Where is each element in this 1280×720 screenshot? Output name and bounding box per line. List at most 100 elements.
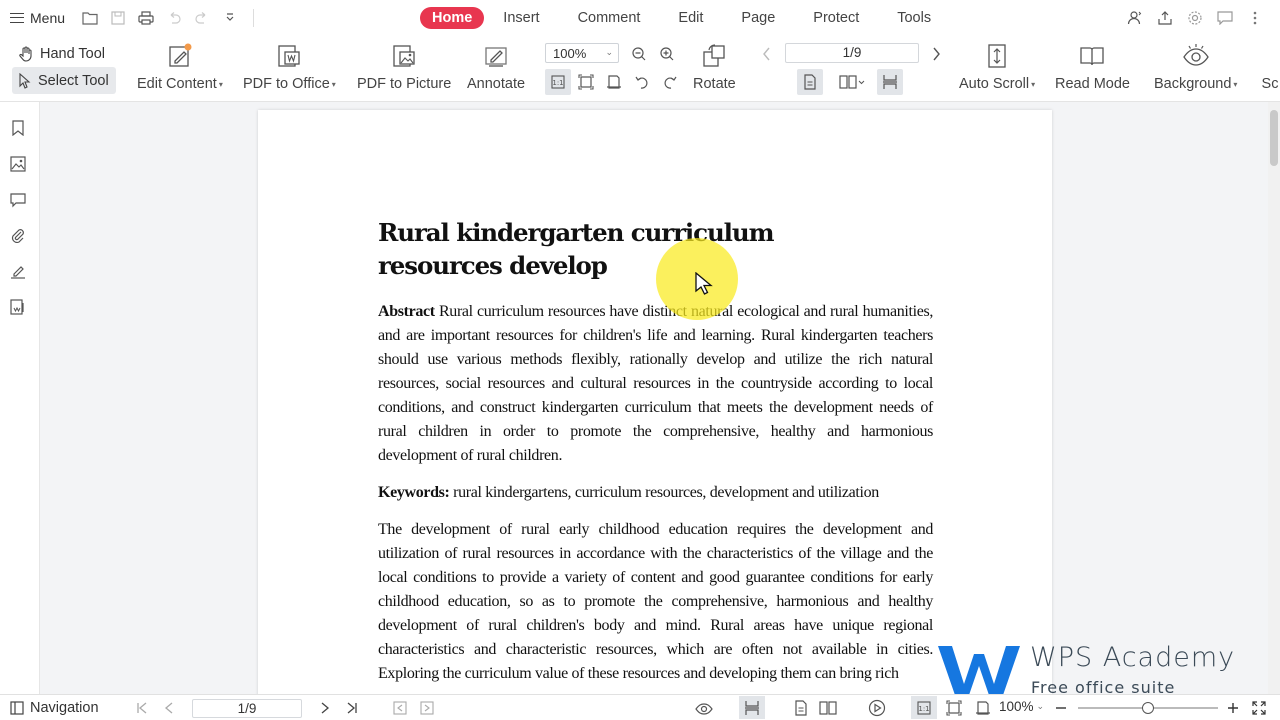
scrollbar-thumb[interactable] (1270, 110, 1278, 166)
attachment-paperclip-icon[interactable] (9, 226, 27, 244)
zoom-select[interactable]: 100% ⌄ (545, 43, 619, 63)
hamburger-icon (10, 13, 24, 23)
status-zoom-select[interactable]: 100% ⌄ (999, 699, 1044, 714)
fit-page-icon[interactable] (945, 699, 963, 717)
eye-protection-icon[interactable] (695, 699, 713, 717)
user-icon[interactable] (1126, 9, 1144, 27)
tab-page[interactable]: Page (722, 7, 794, 29)
rotate-left-icon[interactable] (632, 72, 652, 92)
fit-page-icon[interactable] (576, 72, 596, 92)
hand-tool-label: Hand Tool (40, 45, 106, 62)
more-options-icon[interactable] (1246, 9, 1264, 27)
hand-tool-button[interactable]: Hand Tool (12, 40, 116, 67)
redo-icon[interactable] (193, 9, 211, 27)
zoom-out-minus-icon[interactable] (1052, 699, 1070, 717)
svg-text:1:1: 1:1 (552, 79, 563, 87)
pdf-to-picture-icon (390, 42, 418, 70)
zoom-slider-knob[interactable] (1142, 702, 1154, 714)
tab-edit[interactable]: Edit (659, 7, 722, 29)
rotate-right-icon[interactable] (660, 72, 680, 92)
abstract-text: Rural curriculum resources have distinct… (378, 303, 933, 464)
pdf-page[interactable]: Rural kindergarten curriculum resources … (258, 110, 1052, 694)
background-label: Background (1154, 76, 1232, 92)
book-view-icon[interactable] (819, 699, 837, 717)
play-slideshow-icon[interactable] (868, 699, 886, 717)
tab-tools[interactable]: Tools (878, 7, 950, 29)
next-page-icon[interactable] (316, 699, 334, 717)
fit-width-icon[interactable] (604, 72, 624, 92)
edit-content-icon (166, 42, 194, 70)
select-tool-button[interactable]: Select Tool (12, 67, 116, 94)
tab-comment[interactable]: Comment (559, 7, 660, 29)
abstract-paragraph: Abstract Rural curriculum resources have… (378, 300, 933, 468)
previous-page-icon[interactable] (160, 699, 178, 717)
main-tabs: Home Insert Comment Edit Page Protect To… (420, 0, 950, 36)
quick-access-toolbar (81, 9, 255, 27)
cut-off-ribbon-button[interactable]: Sc (1256, 42, 1280, 92)
annotate-button[interactable]: Annotate (467, 42, 525, 92)
status-page-value: 1/9 (237, 701, 257, 716)
previous-page-chevron-icon[interactable] (757, 44, 777, 64)
dropdown-caret-icon: ▾ (1233, 79, 1238, 89)
form-field-icon[interactable] (9, 298, 27, 316)
navigation-panel-button[interactable]: Navigation (10, 698, 99, 718)
share-icon[interactable] (1156, 9, 1174, 27)
abstract-label: Abstract (378, 303, 435, 320)
two-page-view-icon[interactable] (838, 72, 866, 92)
dropdown-caret-icon: ▾ (331, 79, 336, 89)
vertical-scrollbar[interactable] (1268, 102, 1280, 694)
edit-content-button[interactable]: Edit Content ▾ (137, 42, 223, 92)
page-number-value: 1/9 (842, 45, 862, 60)
auto-scroll-icon (983, 42, 1011, 70)
comment-icon[interactable] (9, 191, 27, 209)
actual-size-icon[interactable]: 1:1 (545, 69, 571, 95)
save-icon[interactable] (109, 9, 127, 27)
pdf-to-office-button[interactable]: PDF to Office ▾ (243, 42, 336, 92)
status-page-input[interactable]: 1/9 (192, 699, 302, 718)
single-page-icon[interactable] (792, 699, 810, 717)
comment-bubble-icon[interactable] (1216, 9, 1234, 27)
settings-gear-icon[interactable] (1186, 9, 1204, 27)
background-button[interactable]: Background ▾ (1154, 42, 1237, 92)
next-view-icon[interactable] (418, 699, 436, 717)
tab-insert[interactable]: Insert (484, 7, 558, 29)
continuous-view-icon[interactable] (739, 696, 765, 719)
zoom-in-icon[interactable] (657, 44, 677, 64)
keywords-paragraph: Keywords: rural kindergartens, curriculu… (378, 481, 933, 505)
pdf-to-picture-button[interactable]: PDF to Picture (357, 42, 451, 92)
continuous-scroll-icon[interactable] (877, 69, 903, 95)
next-page-chevron-icon[interactable] (926, 44, 946, 64)
previous-view-icon[interactable] (391, 699, 409, 717)
chevron-down-icon: ⌄ (1036, 701, 1045, 711)
open-folder-icon[interactable] (81, 9, 99, 27)
zoom-out-icon[interactable] (629, 44, 649, 64)
customize-dropdown-icon[interactable] (221, 9, 239, 27)
dropdown-caret-icon: ▾ (218, 79, 223, 89)
document-viewport[interactable]: Rural kindergarten curriculum resources … (41, 102, 1268, 694)
print-icon[interactable] (137, 9, 155, 27)
status-zoom-value: 100% (999, 699, 1034, 714)
first-page-icon[interactable] (133, 699, 151, 717)
tab-protect[interactable]: Protect (794, 7, 878, 29)
fit-width-icon[interactable] (974, 699, 992, 717)
zoom-slider[interactable] (1078, 702, 1218, 714)
mouse-pointer-icon (695, 272, 713, 295)
rotate-button[interactable]: Rotate (693, 42, 736, 92)
thumbnail-image-icon[interactable] (9, 155, 27, 173)
auto-scroll-button[interactable]: Auto Scroll ▾ (959, 42, 1035, 92)
fullscreen-icon[interactable] (1250, 699, 1268, 717)
read-mode-button[interactable]: Read Mode (1055, 42, 1130, 92)
signature-icon[interactable] (9, 262, 27, 280)
undo-icon[interactable] (165, 9, 183, 27)
zoom-in-plus-icon[interactable] (1224, 699, 1242, 717)
single-page-view-icon[interactable] (797, 69, 823, 95)
tab-home[interactable]: Home (420, 7, 485, 29)
cut-off-label: Sc (1261, 76, 1279, 92)
actual-size-icon[interactable]: 1:1 (911, 696, 937, 719)
cursor-arrow-icon (19, 72, 31, 89)
body-paragraph: The development of rural early childhood… (378, 521, 933, 682)
menu-button[interactable]: Menu (0, 0, 75, 36)
page-number-input[interactable]: 1/9 (785, 43, 919, 63)
bookmark-icon[interactable] (9, 119, 27, 137)
last-page-icon[interactable] (343, 699, 361, 717)
